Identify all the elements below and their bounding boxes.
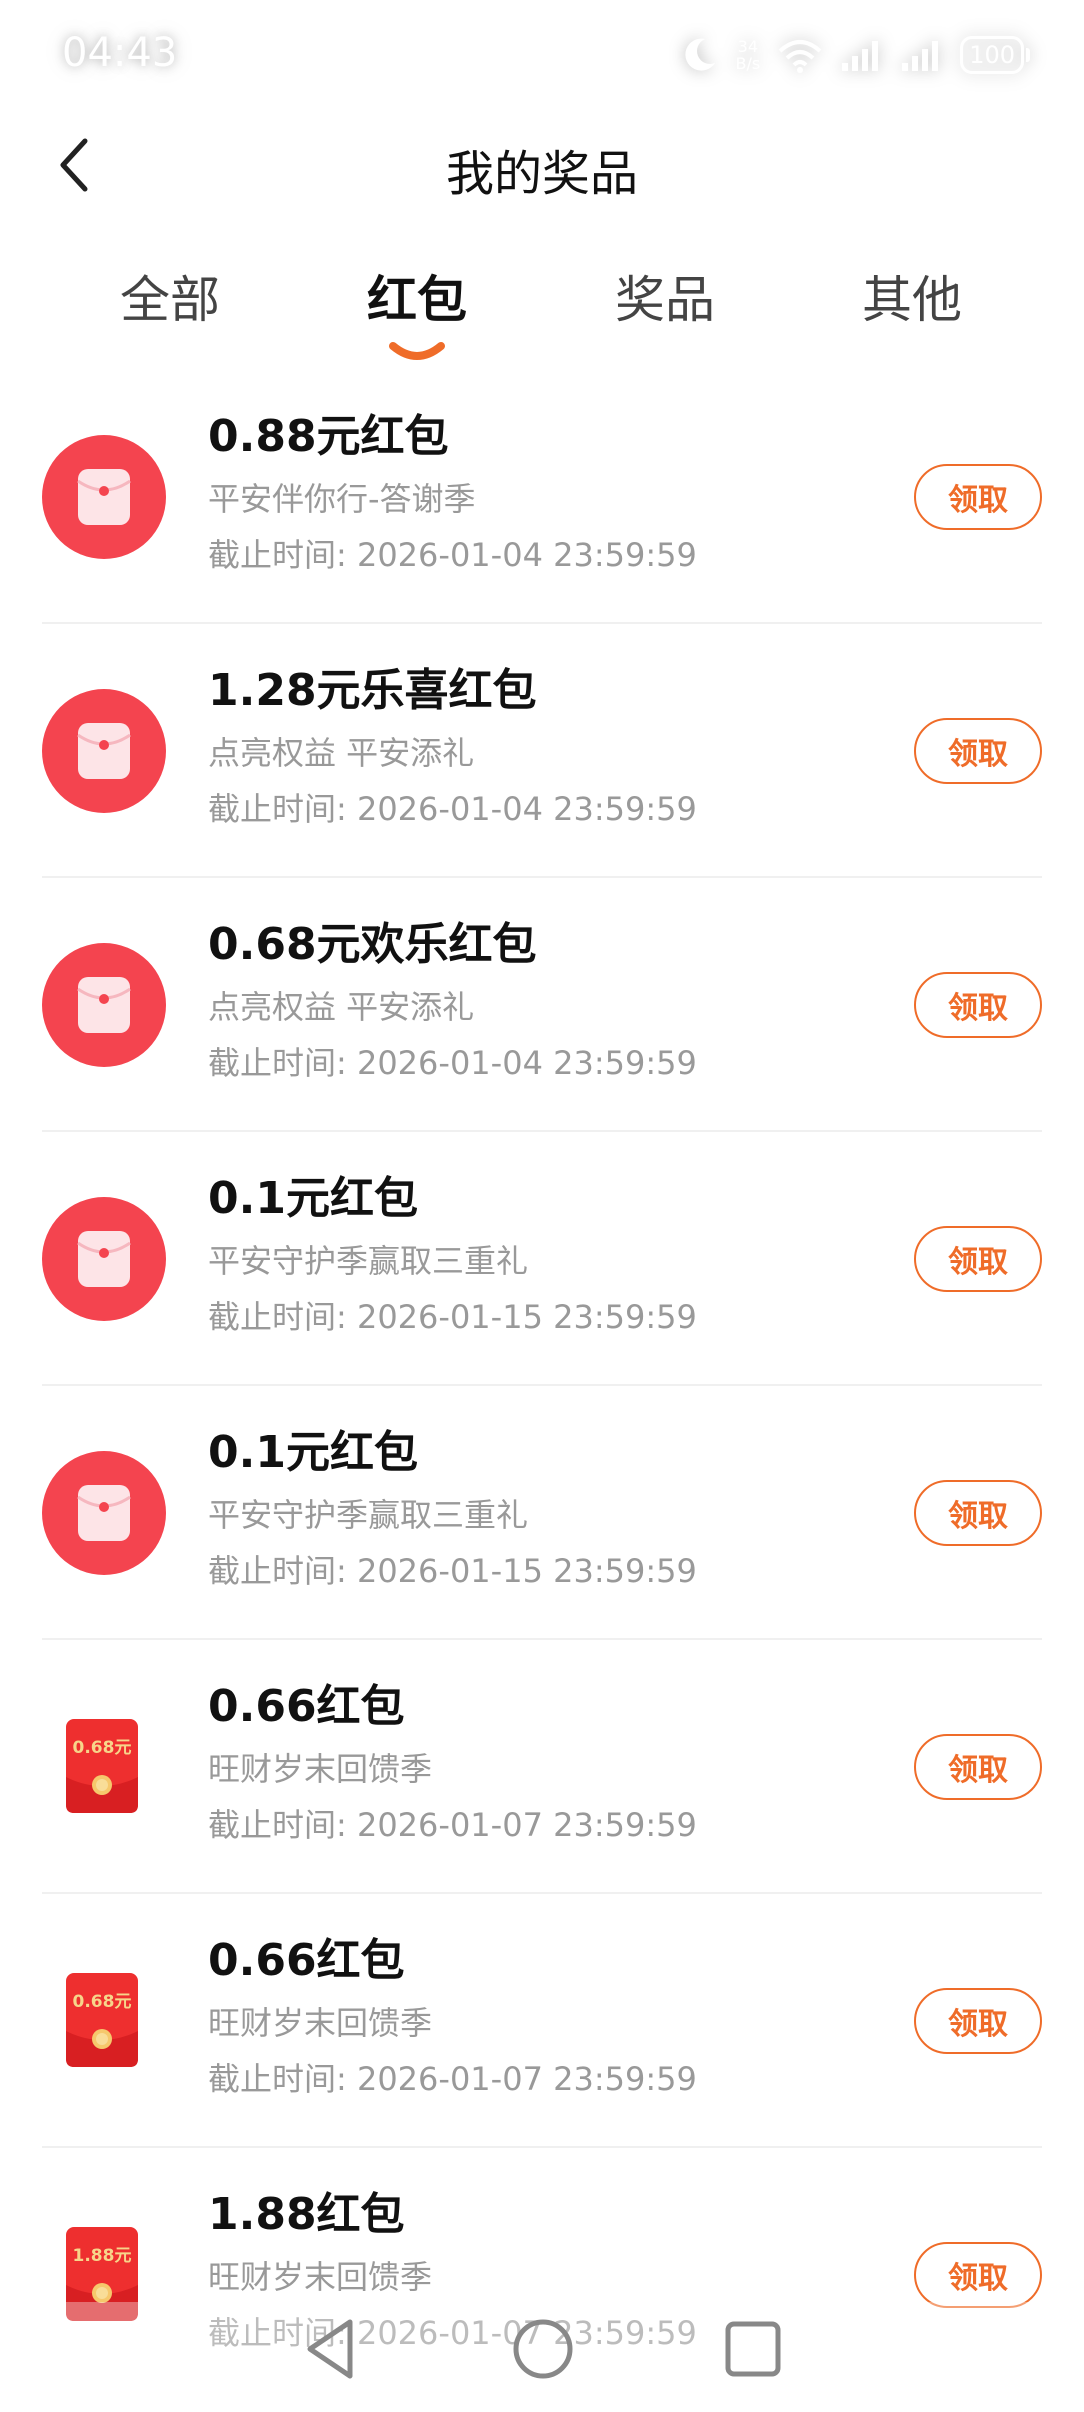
item-subtitle: 旺财岁末回馈季 [208,2258,433,2296]
item-deadline: 截止时间: 2026-01-15 23:59:59 [208,1552,697,1590]
item-title: 0.1元红包 [208,1173,418,1224]
item-title: 1.88红包 [208,2189,405,2240]
status-icons: 34 B/s 100 [679,30,1030,80]
list-item: 0.68元 0.66红包 旺财岁末回馈季 截止时间: 2026-01-07 23… [0,1640,1084,1894]
item-deadline: 截止时间: 2026-01-15 23:59:59 [208,1298,697,1336]
moon-icon [685,38,716,71]
item-subtitle: 旺财岁末回馈季 [208,1750,433,1788]
list-item: 0.1元红包 平安守护季赢取三重礼 截止时间: 2026-01-15 23:59… [0,1132,1084,1386]
list-item: 1.28元乐喜红包 点亮权益 平安添礼 截止时间: 2026-01-04 23:… [0,624,1084,878]
signal-icon [902,41,939,71]
system-nav-bar [0,2302,1084,2412]
item-title: 0.66红包 [208,1681,405,1732]
nav-home-icon[interactable] [508,2314,578,2384]
svg-text:1.88元: 1.88元 [73,2246,132,2266]
wifi-icon [778,40,822,73]
claim-button[interactable]: 领取 [914,1480,1042,1546]
status-bar: 04:43 34 B/s 100 [0,0,1084,110]
list-item: 0.68元欢乐红包 点亮权益 平安添礼 截止时间: 2026-01-04 23:… [0,878,1084,1132]
item-title: 0.68元欢乐红包 [208,919,537,970]
tab-other[interactable]: 其他 [812,260,1012,332]
item-subtitle: 旺财岁末回馈季 [208,2004,433,2042]
claim-button[interactable]: 领取 [914,1988,1042,2054]
tab-bar: 全部 红包 奖品 其他 [0,250,1084,370]
red-packet-icon [42,943,166,1067]
item-deadline: 截止时间: 2026-01-04 23:59:59 [208,536,697,574]
item-subtitle: 平安守护季赢取三重礼 [208,1242,529,1280]
red-envelope-icon: 0.68元 [66,1973,138,2067]
claim-button[interactable]: 领取 [914,718,1042,784]
status-time: 04:43 [62,30,178,76]
item-subtitle: 点亮权益 平安添礼 [208,734,475,772]
claim-button[interactable]: 领取 [914,1734,1042,1800]
item-title: 0.88元红包 [208,411,449,462]
item-deadline: 截止时间: 2026-01-07 23:59:59 [208,1806,697,1844]
signal-icon [842,41,879,71]
nav-recents-icon[interactable] [718,2314,788,2384]
list-item: 0.88元红包 平安伴你行-答谢季 截止时间: 2026-01-04 23:59… [0,370,1084,624]
tab-all[interactable]: 全部 [70,260,270,332]
prize-list: 0.88元红包 平安伴你行-答谢季 截止时间: 2026-01-04 23:59… [0,370,1084,2402]
item-title: 0.1元红包 [208,1427,418,1478]
nav-back-icon[interactable] [296,2314,366,2384]
claim-button[interactable]: 领取 [914,2242,1042,2308]
item-subtitle: 平安伴你行-答谢季 [208,480,476,518]
item-subtitle: 平安守护季赢取三重礼 [208,1496,529,1534]
claim-button[interactable]: 领取 [914,464,1042,530]
red-packet-icon [42,689,166,813]
svg-text:0.68元: 0.68元 [73,1738,132,1758]
red-packet-icon [42,1197,166,1321]
battery-icon: 100 [960,36,1030,74]
item-title: 1.28元乐喜红包 [208,665,537,716]
item-deadline: 截止时间: 2026-01-04 23:59:59 [208,1044,697,1082]
item-deadline: 截止时间: 2026-01-04 23:59:59 [208,790,697,828]
tab-prize[interactable]: 奖品 [565,260,765,332]
claim-button[interactable]: 领取 [914,1226,1042,1292]
header: 我的奖品 [0,110,1084,220]
list-item: 0.1元红包 平安守护季赢取三重礼 截止时间: 2026-01-15 23:59… [0,1386,1084,1640]
page-title: 我的奖品 [445,146,638,202]
red-envelope-icon: 0.68元 [66,1719,138,1813]
network-speed: 34 B/s [735,37,761,73]
tab-label: 红包 [367,271,467,329]
tab-red-packet[interactable]: 红包 [317,260,517,360]
svg-text:0.68元: 0.68元 [73,1992,132,2012]
item-title: 0.66红包 [208,1935,405,1986]
item-subtitle: 点亮权益 平安添礼 [208,988,475,1026]
claim-button[interactable]: 领取 [914,972,1042,1038]
red-packet-icon [42,435,166,559]
item-deadline: 截止时间: 2026-01-07 23:59:59 [208,2060,697,2098]
red-packet-icon [42,1451,166,1575]
list-item: 0.68元 0.66红包 旺财岁末回馈季 截止时间: 2026-01-07 23… [0,1894,1084,2148]
tab-active-indicator [389,342,445,360]
